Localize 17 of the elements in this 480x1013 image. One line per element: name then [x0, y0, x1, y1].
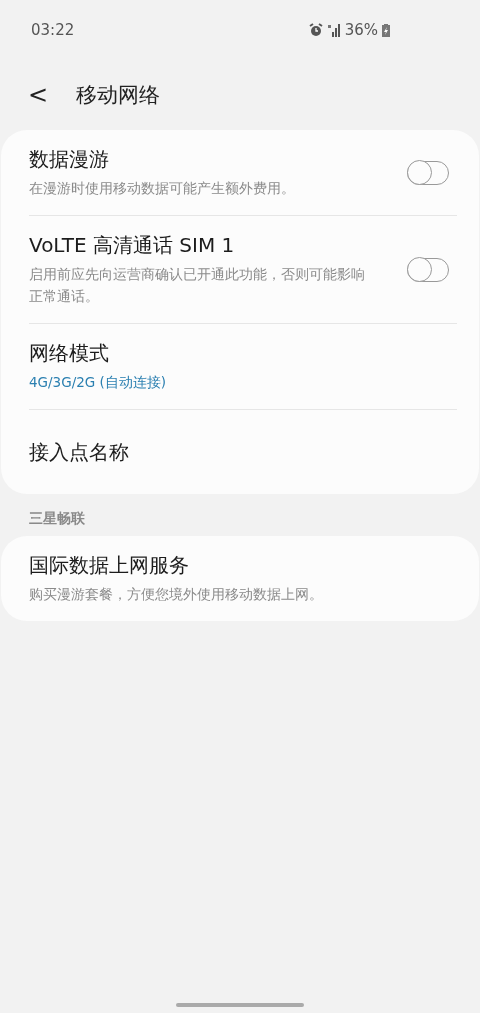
setting-title[interactable]: VoLTE 高清通话 SIM 1	[29, 232, 407, 259]
setting-title[interactable]: 接入点名称	[29, 438, 449, 466]
status-time: 03:22	[31, 21, 76, 39]
battery-charging-icon	[382, 23, 390, 37]
alarm-icon	[308, 23, 323, 37]
back-button[interactable]: <	[24, 81, 53, 109]
setting-title[interactable]: 数据漫游	[29, 146, 407, 173]
setting-description: 启用前应先向运营商确认已开通此功能，否则可能影响正常通话。	[29, 265, 366, 306]
setting-title[interactable]: 国际数据上网服务	[29, 552, 449, 579]
section-heading: 三星畅联	[28, 509, 86, 528]
battery-percent: 36%	[344, 21, 378, 39]
setting-value: 4G/3G/2G (自动连接)	[29, 373, 168, 392]
setting-description: 在漫游时使用移动数据可能产生额外费用。	[29, 179, 296, 198]
setting-description: 购买漫游套餐，方便您境外使用移动数据上网。	[29, 585, 324, 604]
signal-icon	[326, 23, 341, 37]
setting-title[interactable]: 网络模式	[29, 340, 449, 367]
page-title: 移动网络	[76, 82, 161, 109]
